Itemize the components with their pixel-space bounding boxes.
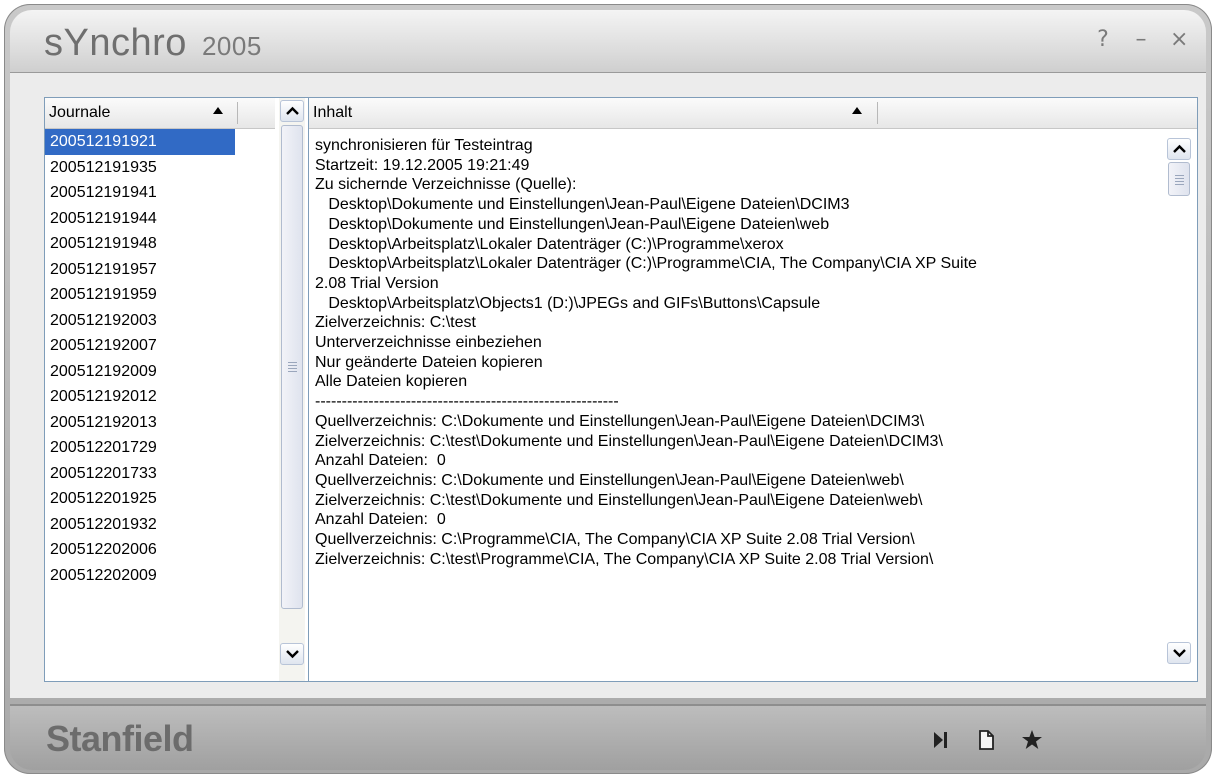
- journal-item[interactable]: 200512191935: [45, 155, 235, 181]
- log-line: Startzeit: 19.12.2005 19:21:49: [315, 156, 530, 174]
- content-scroll-thumb[interactable]: [1168, 162, 1190, 196]
- journal-panel: Journale 200512191921 200512191935 2005121…: [44, 97, 309, 682]
- log-text: synchronisieren für Testeintrag Startzeit…: [315, 136, 1160, 676]
- log-line: synchronisieren für Testeintrag: [315, 137, 533, 154]
- journal-item[interactable]: 200512191948: [45, 231, 235, 257]
- step-forward-icon[interactable]: [928, 728, 952, 752]
- journal-item[interactable]: 200512192012: [45, 384, 235, 410]
- log-line: Zielverzeichnis: C:\test: [315, 314, 476, 332]
- journal-item[interactable]: 200512201932: [45, 512, 235, 538]
- log-line: Zielverzeichnis: C:\test\Dokumente und E…: [315, 432, 943, 450]
- star-icon[interactable]: [1020, 728, 1044, 752]
- log-line: Zielverzeichnis: C:\test\Dokumente und E…: [315, 491, 923, 509]
- journal-scroll-up-button[interactable]: [280, 100, 304, 122]
- grip-line: [288, 365, 297, 366]
- journal-item[interactable]: 200512201733: [45, 461, 235, 487]
- column-separator[interactable]: [237, 102, 238, 124]
- journal-item[interactable]: 200512191941: [45, 180, 235, 206]
- app-title-year: 2005: [201, 31, 262, 61]
- log-line: Desktop\Dokumente und Einstellungen\Jean…: [315, 215, 830, 233]
- log-line: Desktop\Dokumente und Einstellungen\Jean…: [315, 196, 850, 214]
- log-line: Quellverzeichnis: C:\Dokumente und Einst…: [315, 471, 904, 489]
- sort-ascending-icon: [213, 107, 223, 114]
- grip-line: [1175, 184, 1184, 185]
- grip-line: [1175, 175, 1184, 176]
- grip-line: [288, 368, 297, 369]
- chevron-down-icon: [286, 650, 299, 659]
- journal-header-label: Journale: [49, 104, 111, 121]
- journal-item[interactable]: 200512192009: [45, 359, 235, 385]
- journal-list: 200512191921 200512191935 200512191941 2005…: [45, 129, 275, 588]
- log-line: 2.08 Trial Version: [315, 274, 439, 292]
- log-line: Quellverzeichnis: C:\Programme\CIA, The …: [315, 531, 915, 549]
- journal-item[interactable]: 200512202009: [45, 563, 235, 589]
- grip-line: [1175, 178, 1184, 179]
- app-title: sYnchro 2005: [44, 22, 262, 65]
- main-content: Journale 200512191921 200512191935 2005121…: [10, 73, 1206, 698]
- log-line: Nur geänderte Dateien kopieren: [315, 353, 543, 371]
- log-line: Anzahl Dateien: 0: [315, 452, 446, 470]
- log-line: Desktop\Arbeitsplatz\Lokaler Datenträger…: [315, 255, 977, 273]
- help-button[interactable]: ?: [1094, 28, 1112, 52]
- log-line: Alle Dateien kopieren: [315, 373, 468, 391]
- chevron-up-icon: [1173, 144, 1186, 153]
- content-header-label: Inhalt: [313, 104, 353, 121]
- chevron-up-icon: [286, 106, 299, 115]
- close-button[interactable]: ×: [1170, 28, 1188, 52]
- sort-ascending-icon: [852, 107, 862, 114]
- log-line: Unterverzeichnisse einbeziehen: [315, 334, 542, 352]
- content-scroll-up-button[interactable]: [1167, 138, 1191, 160]
- journal-scroll-thumb[interactable]: [281, 125, 303, 609]
- grip-line: [288, 362, 297, 363]
- footer-toolbar: [928, 728, 1044, 752]
- journal-item[interactable]: 200512191959: [45, 282, 235, 308]
- journal-item[interactable]: 200512192003: [45, 308, 235, 334]
- journal-item[interactable]: 200512191921: [45, 129, 235, 155]
- log-line: Desktop\Arbeitsplatz\Lokaler Datenträger…: [315, 235, 784, 253]
- journal-item[interactable]: 200512191944: [45, 206, 235, 232]
- column-separator[interactable]: [877, 102, 878, 124]
- minimize-button[interactable]: –: [1132, 28, 1150, 52]
- journal-item[interactable]: 200512192007: [45, 333, 235, 359]
- journal-item[interactable]: 200512201925: [45, 486, 235, 512]
- content-panel: Inhalt synchronisieren für Testeintrag St…: [308, 97, 1198, 682]
- content-scrollbar[interactable]: [1166, 134, 1192, 679]
- log-line: Zu sichernde Verzeichnisse (Quelle):: [315, 176, 577, 194]
- journal-item[interactable]: 200512191957: [45, 257, 235, 283]
- app-window: sYnchro 2005 ? – × Journale 200512191921…: [4, 4, 1212, 774]
- grip-line: [1175, 181, 1184, 182]
- journal-column-header[interactable]: Journale: [45, 98, 275, 129]
- brand-logo: Stanfield: [46, 718, 194, 759]
- log-line: Anzahl Dateien: 0: [315, 511, 446, 529]
- content-column-header[interactable]: Inhalt: [309, 98, 1197, 129]
- chevron-down-icon: [1173, 649, 1186, 658]
- journal-item[interactable]: 200512192013: [45, 410, 235, 436]
- new-document-icon[interactable]: [974, 728, 998, 752]
- footer-bar: Stanfield: [10, 704, 1206, 770]
- journal-item[interactable]: 200512201729: [45, 435, 235, 461]
- log-line: ----------------------------------------…: [315, 393, 619, 411]
- journal-scroll-down-button[interactable]: [280, 643, 304, 665]
- app-title-name: sYnchro: [44, 22, 187, 64]
- log-line: Desktop\Arbeitsplatz\Objects1 (D:)\JPEGs…: [315, 294, 821, 312]
- journal-item[interactable]: 200512202006: [45, 537, 235, 563]
- log-line: Zielverzeichnis: C:\test\Programme\CIA, …: [315, 550, 934, 568]
- content-scroll-down-button[interactable]: [1167, 642, 1191, 664]
- window-controls: ? – ×: [1094, 28, 1188, 52]
- journal-scrollbar[interactable]: [279, 98, 305, 681]
- log-line: Quellverzeichnis: C:\Dokumente und Einst…: [315, 412, 925, 430]
- title-bar[interactable]: sYnchro 2005 ? – ×: [10, 10, 1206, 73]
- grip-line: [288, 371, 297, 372]
